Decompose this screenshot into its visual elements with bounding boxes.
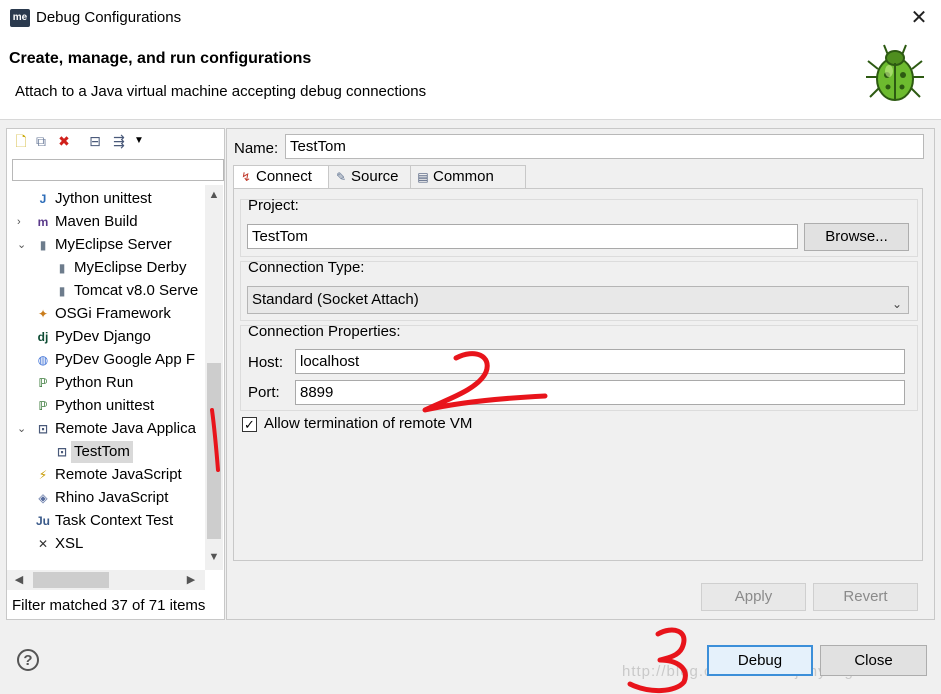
annotation-overlay [210,351,688,693]
annotation-mark-2 [422,351,548,413]
annotation-mark-3 [627,627,688,693]
annotation-mark-1 [210,408,220,472]
